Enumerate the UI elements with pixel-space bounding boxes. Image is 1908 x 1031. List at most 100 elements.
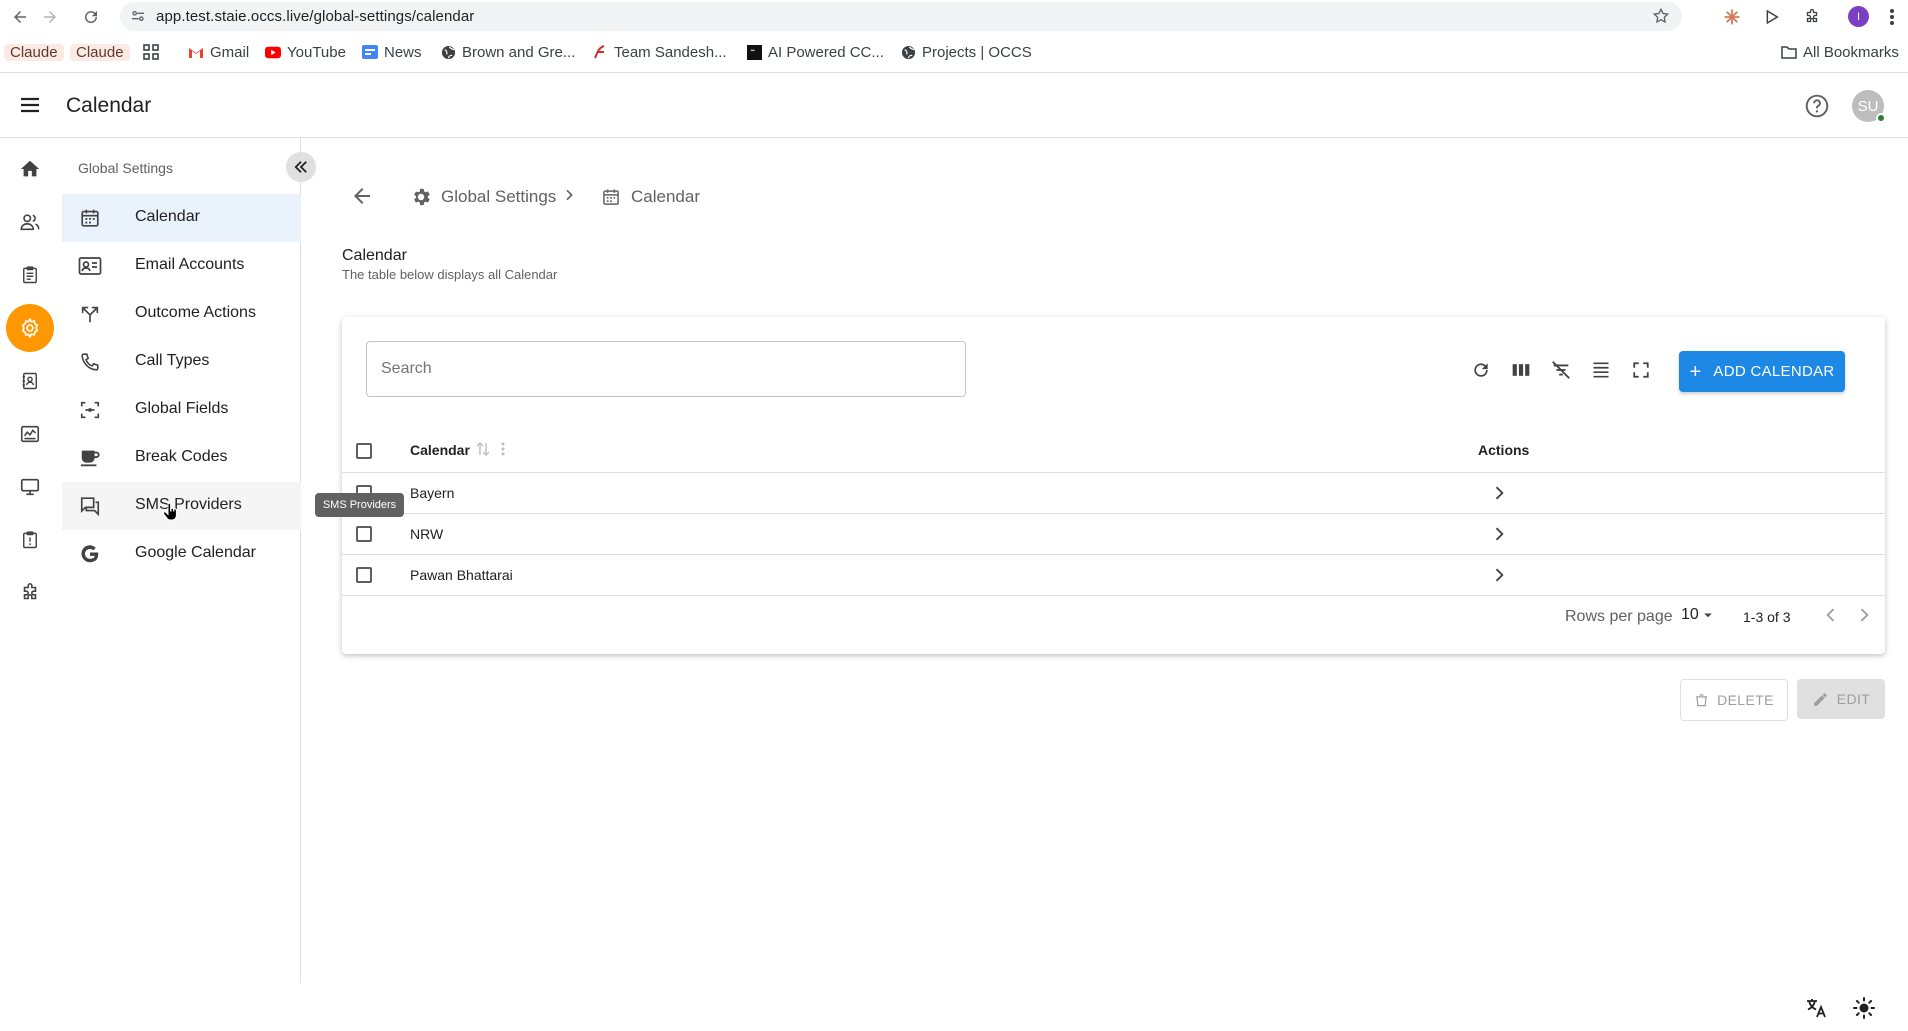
reload-icon[interactable]	[79, 5, 103, 29]
select-all-checkbox[interactable]	[356, 443, 372, 459]
phone-icon	[78, 350, 102, 374]
settings-gear-icon[interactable]	[6, 304, 54, 352]
monitor-icon[interactable]	[6, 463, 54, 511]
bookmark-news[interactable]: News	[362, 41, 422, 63]
collapse-sidebar-button[interactable]	[286, 152, 316, 182]
contact-card-icon	[78, 254, 102, 278]
bookmark-team-sandesh[interactable]: Team Sandesh...	[592, 41, 727, 63]
people-icon[interactable]	[6, 198, 54, 246]
icon-rail	[0, 138, 60, 1031]
sidebar-title: Global Settings	[78, 160, 173, 176]
hand-cursor-icon	[163, 503, 179, 521]
app-header: Calendar SU	[0, 73, 1908, 138]
sidebar-item-calendar[interactable]: Calendar	[62, 194, 301, 242]
add-calendar-button[interactable]: + ADD CALENDAR	[1679, 351, 1845, 392]
calendar-icon	[600, 186, 622, 208]
help-icon[interactable]	[1804, 93, 1830, 119]
fullscreen-icon[interactable]	[1626, 355, 1656, 385]
puzzle-icon[interactable]	[6, 569, 54, 617]
row-checkbox[interactable]	[356, 526, 372, 542]
claude-extension-icon[interactable]	[1720, 5, 1744, 29]
table-row[interactable]: Pawan Bhattarai	[342, 555, 1885, 596]
rows-per-page-select[interactable]: 10	[1681, 606, 1717, 624]
row-name: NRW	[410, 526, 444, 542]
row-checkbox[interactable]	[356, 567, 372, 583]
filter-off-icon[interactable]	[1546, 355, 1576, 385]
back-button[interactable]	[350, 184, 374, 208]
bookmark-projects-occs[interactable]: Projects | OCCS	[900, 41, 1032, 63]
extensions-puzzle-icon[interactable]	[1800, 5, 1824, 29]
chat-icon	[78, 494, 102, 518]
column-header-calendar[interactable]: Calendar	[410, 442, 470, 458]
sort-icon[interactable]	[476, 441, 490, 457]
sidebar-item-call-types[interactable]: Call Types	[62, 338, 301, 386]
sidebar-item-email-accounts[interactable]: Email Accounts	[62, 242, 301, 290]
next-page-icon[interactable]	[1854, 605, 1874, 625]
chevron-right-icon	[561, 187, 577, 203]
home-icon[interactable]	[6, 145, 54, 193]
density-icon[interactable]	[1586, 355, 1616, 385]
bookmark-claude-1[interactable]: Claude	[4, 41, 64, 63]
kebab-menu-icon[interactable]	[1880, 5, 1904, 29]
sidebar-item-outcome-actions[interactable]: Outcome Actions	[62, 290, 301, 338]
section-title: Calendar	[342, 247, 407, 264]
brightness-icon[interactable]	[1850, 994, 1878, 1022]
previous-page-icon[interactable]	[1821, 605, 1841, 625]
online-status-badge	[1876, 113, 1886, 123]
translate-icon[interactable]	[1802, 994, 1830, 1022]
row-name: Bayern	[410, 485, 455, 501]
chevron-right-icon[interactable]	[1489, 524, 1509, 544]
folder-icon	[1781, 44, 1797, 60]
profile-avatar[interactable]: I	[1848, 6, 1869, 27]
sidebar-item-google-calendar[interactable]: Google Calendar	[62, 530, 301, 578]
chevron-right-icon[interactable]	[1489, 483, 1509, 503]
tooltip: SMS Providers	[315, 493, 404, 517]
bookmark-gmail[interactable]: Gmail	[188, 41, 249, 63]
sidebar-item-break-codes[interactable]: Break Codes	[62, 434, 301, 482]
forward-arrow-icon[interactable]	[38, 5, 62, 29]
center-focus-icon	[78, 398, 102, 422]
site-info-icon[interactable]	[130, 8, 146, 24]
bookmark-youtube[interactable]: YouTube	[265, 41, 346, 63]
chevron-right-icon[interactable]	[1489, 565, 1509, 585]
bookmark-claude-2[interactable]: Claude	[70, 41, 130, 63]
address-bar[interactable]: app.test.staie.occs.live/global-settings…	[120, 2, 1682, 31]
table-row[interactable]: NRW	[342, 514, 1885, 555]
all-bookmarks[interactable]: All Bookmarks	[1781, 41, 1899, 63]
alert-report-icon[interactable]	[6, 516, 54, 564]
sidebar-item-sms-providers[interactable]: SMS Providers	[62, 482, 301, 530]
contact-book-icon[interactable]	[6, 357, 54, 405]
table-pagination: Rows per page 10 1-3 of 3	[342, 596, 1885, 636]
bookmark-star-icon[interactable]	[1652, 7, 1670, 25]
calendar-table-card: + ADD CALENDAR Calendar Actions Bayern N…	[342, 317, 1885, 654]
row-name: Pawan Bhattarai	[410, 567, 513, 583]
pagination-range: 1-3 of 3	[1743, 609, 1791, 625]
refresh-icon[interactable]	[1466, 355, 1496, 385]
bookmark-ai-powered[interactable]: AI Powered CC...	[746, 41, 884, 63]
calendar-icon	[78, 206, 102, 230]
apps-grid-icon[interactable]	[143, 41, 159, 63]
google-icon	[78, 542, 102, 566]
hamburger-menu-icon[interactable]	[18, 93, 42, 117]
play-extension-icon[interactable]	[1760, 5, 1784, 29]
breadcrumb-global-settings[interactable]: Global Settings	[410, 186, 556, 208]
search-input[interactable]	[366, 341, 966, 397]
columns-icon[interactable]	[1506, 355, 1536, 385]
table-row[interactable]: Bayern	[342, 473, 1885, 514]
youtube-icon	[265, 44, 281, 60]
clipboard-icon[interactable]	[6, 251, 54, 299]
back-arrow-icon[interactable]	[8, 5, 32, 29]
fork-icon	[78, 302, 102, 326]
news-icon	[362, 44, 378, 60]
bookmark-brown-and-green[interactable]: Brown and Gre...	[440, 41, 575, 63]
delete-button[interactable]: DELETE	[1680, 679, 1788, 721]
black-square-icon	[746, 44, 762, 60]
column-menu-icon[interactable]	[501, 441, 505, 457]
bookmarks-bar: Claude Claude Gmail YouTube News Brown a…	[0, 38, 1908, 66]
edit-button[interactable]: EDIT	[1797, 679, 1885, 719]
table-header: Calendar Actions	[342, 427, 1885, 473]
sidebar-item-global-fields[interactable]: Global Fields	[62, 386, 301, 434]
arrow-left-icon	[354, 188, 370, 204]
analytics-icon[interactable]	[6, 410, 54, 458]
double-chevron-left-icon	[294, 161, 307, 173]
